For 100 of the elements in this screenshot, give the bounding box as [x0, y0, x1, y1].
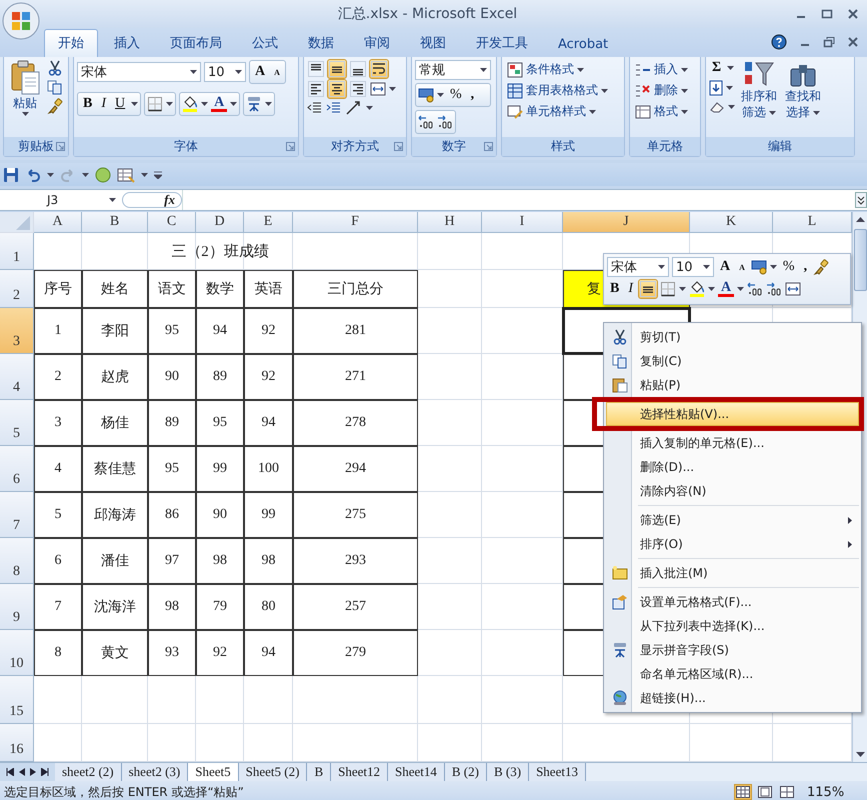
styles-menu-button[interactable]: 条件格式 — [505, 60, 610, 79]
first-sheet-icon[interactable] — [6, 768, 14, 776]
sort-filter-button[interactable]: 排序和 筛选 — [739, 60, 779, 134]
caret-icon[interactable] — [22, 112, 28, 116]
percent-button[interactable]: % — [780, 259, 798, 275]
caret-icon[interactable] — [577, 68, 584, 72]
sheet-tab[interactable]: Sheet5 — [188, 763, 239, 781]
help-icon[interactable] — [771, 34, 787, 50]
row-header[interactable]: 15 — [0, 676, 34, 724]
close-icon[interactable] — [847, 36, 859, 48]
caret-icon[interactable] — [703, 265, 710, 269]
increase-decimal-icon[interactable] — [418, 114, 434, 130]
merge-cells-icon[interactable] — [785, 281, 802, 297]
styles-menu-button[interactable]: 套用表格格式 — [505, 81, 610, 100]
column-header[interactable]: B — [82, 212, 148, 233]
ribbon-tab[interactable]: 视图 — [406, 29, 460, 57]
eraser-icon[interactable] — [709, 100, 725, 114]
view-button[interactable] — [757, 785, 773, 799]
autosum-button[interactable]: Σ — [709, 60, 724, 76]
sheet-tab[interactable]: sheet2 (3) — [122, 763, 188, 781]
row-header[interactable]: 1 — [0, 233, 34, 270]
menu-item[interactable]: 粘贴(P) — [606, 373, 859, 397]
caret-icon[interactable] — [728, 105, 735, 109]
shrink-font-button[interactable]: A — [736, 262, 748, 272]
caret-icon[interactable] — [708, 287, 716, 291]
shrink-font-button[interactable]: A — [271, 68, 283, 76]
menu-item[interactable]: 超链接(H)... — [606, 686, 859, 710]
column-header[interactable]: K — [690, 212, 773, 233]
sheet-tab[interactable]: Sheet5 (2) — [238, 763, 308, 781]
phonetic-icon[interactable] — [246, 96, 262, 112]
column-header[interactable]: L — [773, 212, 852, 233]
row-header[interactable]: 6 — [0, 446, 34, 492]
borders-icon[interactable] — [147, 96, 164, 112]
font-size-field[interactable]: 10 — [204, 62, 246, 82]
sheet-tab[interactable]: sheet2 (2) — [55, 763, 122, 781]
menu-item[interactable]: 选择性粘贴(V)... — [606, 402, 859, 426]
column-header[interactable]: C — [148, 212, 196, 233]
caret-icon[interactable] — [230, 102, 238, 106]
menu-item[interactable]: 插入批注(M) — [606, 561, 859, 585]
comma-button[interactable]: , — [468, 87, 478, 103]
align-button[interactable] — [328, 80, 346, 98]
align-button[interactable] — [349, 80, 367, 98]
find-select-button[interactable]: 查找和 选择 — [783, 60, 823, 134]
caret-icon[interactable] — [681, 110, 688, 114]
menu-item[interactable]: 删除(D)... — [606, 455, 859, 479]
maximize-icon[interactable] — [821, 8, 833, 20]
ribbon-tab[interactable]: 页面布局 — [156, 29, 236, 57]
sheet-tab[interactable]: Sheet12 — [331, 763, 388, 781]
caret-icon[interactable] — [131, 102, 138, 106]
column-header[interactable]: E — [244, 212, 293, 233]
font-size-field[interactable]: 10 — [672, 257, 714, 277]
menu-item[interactable]: 剪切(T) — [606, 325, 859, 349]
fill-color-icon[interactable] — [182, 96, 198, 112]
caret-icon[interactable] — [737, 287, 744, 291]
comma-button[interactable]: , — [800, 259, 810, 275]
percent-button[interactable]: % — [447, 87, 465, 103]
column-header[interactable]: J — [563, 212, 690, 233]
table-icon[interactable] — [117, 166, 135, 182]
caret-icon[interactable] — [726, 86, 733, 90]
caret-icon[interactable] — [109, 198, 116, 202]
column-header[interactable]: A — [34, 212, 82, 233]
cells-menu-button[interactable]: 格式 — [633, 102, 690, 121]
caret-icon[interactable] — [366, 106, 373, 110]
copy-icon[interactable] — [47, 79, 63, 95]
previous-sheet-icon[interactable] — [19, 768, 25, 776]
accounting-icon[interactable] — [418, 87, 434, 103]
caret-icon[interactable] — [589, 110, 596, 114]
caret-icon[interactable] — [265, 102, 272, 106]
decrease-decimal-icon[interactable] — [766, 281, 782, 297]
row-header[interactable]: 10 — [0, 630, 34, 676]
menu-item[interactable]: 显示拼音字段(S) — [606, 638, 859, 662]
row-header[interactable]: 5 — [0, 400, 34, 446]
italic-button[interactable]: I — [625, 281, 636, 297]
customize-icon[interactable] — [154, 170, 162, 178]
menu-item[interactable]: 从下拉列表中选择(K)... — [606, 614, 859, 638]
circle-icon[interactable] — [95, 166, 111, 182]
column-header[interactable]: H — [418, 212, 482, 233]
scroll-thumb[interactable] — [854, 229, 867, 291]
caret-icon[interactable] — [770, 265, 777, 269]
menu-item[interactable]: 清除内容(N) — [606, 479, 859, 503]
align-button[interactable] — [307, 60, 325, 78]
ribbon-tab[interactable]: 数据 — [294, 29, 348, 57]
caret-icon[interactable] — [389, 87, 396, 91]
font-color-button[interactable]: A — [718, 281, 734, 297]
font-field[interactable]: 宋体 — [77, 62, 201, 82]
menu-item[interactable]: 设置单元格格式(F)... — [606, 590, 859, 614]
accounting-icon[interactable] — [750, 259, 767, 275]
caret-icon[interactable] — [201, 102, 208, 106]
sheet-tab[interactable]: B (3) — [486, 763, 530, 781]
menu-item[interactable]: 命名单元格区域(R)... — [606, 662, 859, 686]
font-color-button[interactable]: A — [211, 96, 228, 112]
caret-icon[interactable] — [235, 70, 242, 74]
align-button[interactable] — [349, 60, 367, 78]
row-header[interactable]: 9 — [0, 584, 34, 630]
caret-icon[interactable] — [813, 110, 820, 114]
column-header[interactable]: I — [482, 212, 563, 233]
row-header[interactable]: 2 — [0, 270, 34, 308]
close-icon[interactable] — [847, 8, 859, 20]
center-align-button[interactable] — [639, 280, 658, 298]
menu-item[interactable]: 排序(O) — [606, 532, 859, 556]
